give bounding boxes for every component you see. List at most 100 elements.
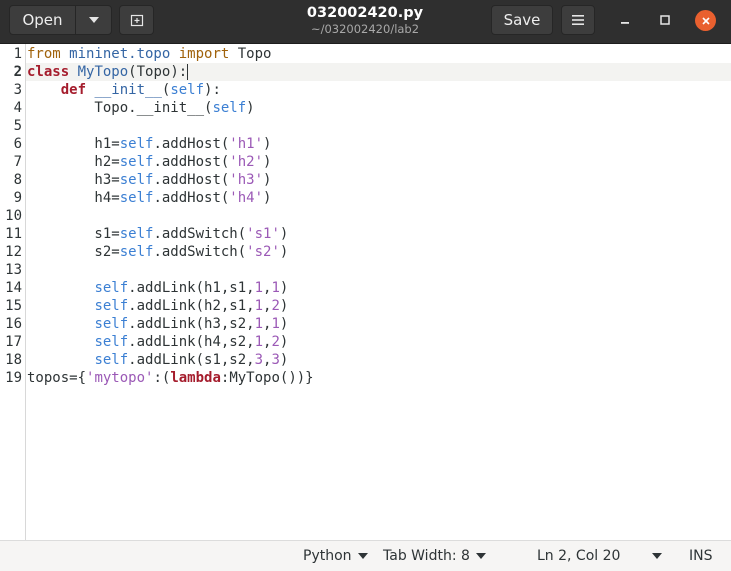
code-token: .addSwitch( xyxy=(153,226,247,242)
close-button[interactable] xyxy=(695,10,716,31)
code-token: .addLink(h3,s2, xyxy=(128,316,255,332)
code-token: .addLink(h1,s1, xyxy=(128,280,255,296)
line-number: 3 xyxy=(13,82,22,98)
code-token: topos={ xyxy=(27,370,87,386)
line-number: 1 xyxy=(13,46,22,62)
code-text: h1=self.addHost('h1') xyxy=(27,135,271,153)
code-token: self xyxy=(119,172,154,188)
code-token: ) xyxy=(279,226,289,242)
code-token: 1 xyxy=(254,334,264,350)
line-number: 6 xyxy=(13,136,22,152)
line-number: 2 xyxy=(13,64,22,80)
code-token: .addHost( xyxy=(153,190,230,206)
code-token: ) xyxy=(279,280,289,296)
window-title-area: 032002420.py ~/032002420/lab2 xyxy=(250,4,480,36)
code-token: ) xyxy=(279,244,289,260)
code-token: ) xyxy=(279,334,289,350)
code-text: s2=self.addSwitch('s2') xyxy=(27,243,288,261)
cursor-position-selector[interactable]: Ln 2, Col 20 xyxy=(537,546,663,566)
code-token: :( xyxy=(153,370,171,386)
code-token: 's1' xyxy=(246,226,280,242)
code-text: topos={'mytopo':(lambda:MyTopo())} xyxy=(27,369,314,387)
line-number: 9 xyxy=(13,190,22,206)
header-bar: Open 032002420.py ~/032002420/lab2 Save xyxy=(0,0,731,44)
maximize-icon xyxy=(660,15,670,25)
text-editor[interactable]: 1 from mininet.topo import Topo 2 class MyT… xyxy=(0,44,731,540)
code-token: 'h4' xyxy=(229,190,264,206)
open-menu-button[interactable] xyxy=(75,5,112,35)
open-button[interactable]: Open xyxy=(9,5,76,35)
code-token: 1 xyxy=(254,316,264,332)
menu-button[interactable] xyxy=(561,5,595,35)
code-token: self xyxy=(119,154,154,170)
code-token: ) xyxy=(279,298,289,314)
maximize-button[interactable] xyxy=(655,10,675,30)
code-token: def xyxy=(60,82,87,98)
code-token: ) xyxy=(263,136,272,152)
code-token: 3 xyxy=(254,352,264,368)
code-token: self xyxy=(119,136,154,152)
new-tab-button[interactable] xyxy=(119,5,154,35)
save-button[interactable]: Save xyxy=(491,5,553,35)
line-number: 15 xyxy=(5,298,22,314)
line-number: 11 xyxy=(5,226,22,242)
language-selector[interactable]: Python xyxy=(303,546,368,566)
line-number: 19 xyxy=(5,370,22,386)
code-token: self xyxy=(170,82,205,98)
line-number: 14 xyxy=(5,280,22,296)
code-token: .addLink(h4,s2, xyxy=(128,334,255,350)
tab-width-selector[interactable]: Tab Width: 8 xyxy=(383,546,486,566)
code-token: 1 xyxy=(254,280,264,296)
code-token: .addHost( xyxy=(153,136,230,152)
code-text: self.addLink(h1,s1,1,1) xyxy=(27,279,288,297)
minimize-button[interactable] xyxy=(615,10,635,30)
cursor-position-label: Ln 2, Col 20 xyxy=(537,548,621,564)
code-text: self.addLink(h4,s2,1,2) xyxy=(27,333,288,351)
line-number: 4 xyxy=(13,100,22,116)
code-token: ) xyxy=(263,190,272,206)
new-tab-icon xyxy=(130,14,143,27)
code-text: self.addLink(h3,s2,1,1) xyxy=(27,315,288,333)
code-text: from mininet.topo import Topo xyxy=(27,45,271,63)
code-token: ) xyxy=(279,316,289,332)
chevron-down-icon xyxy=(652,553,663,559)
document-title: 032002420.py xyxy=(306,5,424,21)
code-token: 1 xyxy=(271,316,280,332)
code-token: self xyxy=(94,352,129,368)
code-text: h4=self.addHost('h4') xyxy=(27,189,271,207)
code-token: .addHost( xyxy=(153,154,230,170)
code-token: 'h3' xyxy=(229,172,264,188)
code-text: def __init__(self): xyxy=(27,81,221,99)
code-token: .addHost( xyxy=(153,172,230,188)
line-number: 18 xyxy=(5,352,22,368)
line-number: 8 xyxy=(13,172,22,188)
tab-width-label: Tab Width: 8 xyxy=(383,548,470,564)
code-token: 'h1' xyxy=(229,136,264,152)
language-label: Python xyxy=(303,548,352,564)
code-token: h3= xyxy=(27,172,120,188)
line-number: 7 xyxy=(13,154,22,170)
chevron-down-icon xyxy=(357,553,368,559)
code-token: 'mytopo' xyxy=(86,370,154,386)
text-cursor xyxy=(187,64,189,80)
code-text: self.addLink(s1,s2,3,3) xyxy=(27,351,288,369)
code-token: 2 xyxy=(271,334,280,350)
code-token: 2 xyxy=(271,298,280,314)
code-token: 1 xyxy=(254,298,264,314)
code-token: import xyxy=(170,46,230,62)
code-token: :MyTopo())} xyxy=(220,370,314,386)
code-token: 'h2' xyxy=(229,154,264,170)
code-token: self xyxy=(119,190,154,206)
code-token: ) xyxy=(263,154,272,170)
insert-mode-label: INS xyxy=(689,548,713,564)
code-text: class MyTopo(Topo): xyxy=(27,63,189,81)
document-path: ~/032002420/lab2 xyxy=(310,22,420,36)
code-token: self xyxy=(94,280,129,296)
code-token: self xyxy=(212,100,247,116)
insert-mode-indicator[interactable]: INS xyxy=(689,546,713,566)
